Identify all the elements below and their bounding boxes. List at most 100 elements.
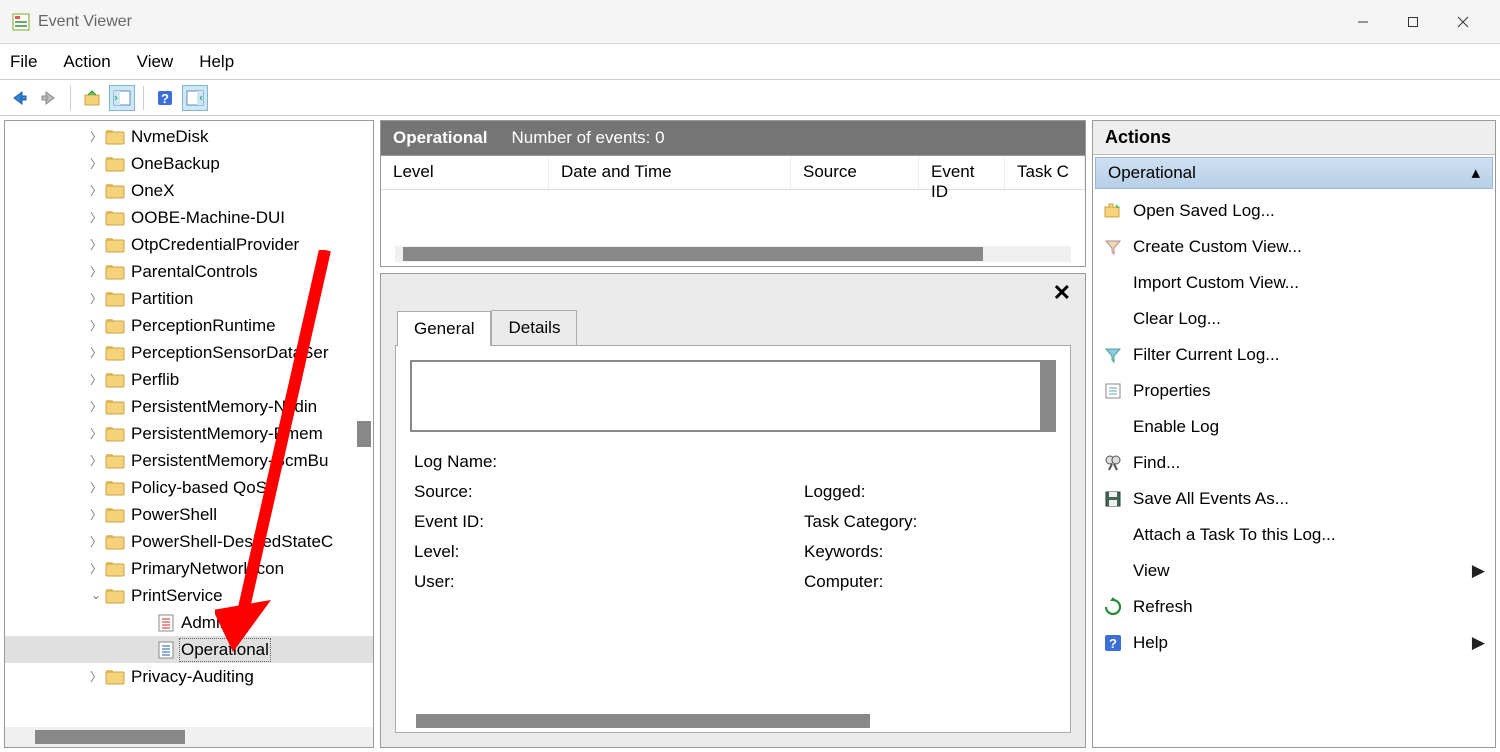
menu-action[interactable]: Action (63, 52, 110, 72)
tree-vscrollbar[interactable] (357, 421, 371, 447)
action-item[interactable]: Find... (1093, 445, 1495, 481)
log-tree[interactable]: 〉NvmeDisk〉OneBackup〉OneX〉OOBE-Machine-DU… (5, 121, 373, 727)
action-item[interactable]: Enable Log (1093, 409, 1495, 445)
tree-item[interactable]: 〉NvmeDisk (5, 123, 373, 150)
tree-item-label: Privacy-Auditing (131, 667, 254, 687)
tree-item[interactable]: 〉PersistentMemory-Pmem (5, 420, 373, 447)
expander-icon[interactable]: 〉 (87, 317, 105, 334)
expander-icon[interactable]: 〉 (87, 209, 105, 226)
field-user-label: User: (414, 572, 804, 592)
tree-item[interactable]: 〉Partition (5, 285, 373, 312)
action-item[interactable]: Import Custom View... (1093, 265, 1495, 301)
close-button[interactable] (1438, 4, 1488, 40)
actions-header: Actions (1093, 121, 1495, 155)
expander-icon[interactable]: 〉 (87, 290, 105, 307)
expander-icon[interactable]: ⌄ (87, 588, 105, 602)
menubar: File Action View Help (0, 44, 1500, 80)
action-label: Filter Current Log... (1133, 345, 1485, 365)
up-button[interactable] (79, 85, 105, 111)
tree-item-admin[interactable]: Admin (5, 609, 373, 636)
action-item[interactable]: View▶ (1093, 553, 1495, 589)
tree-item[interactable]: 〉 OtpCredentialProvider (5, 231, 373, 258)
expander-icon[interactable]: 〉 (87, 128, 105, 145)
message-vscrollbar[interactable] (1040, 362, 1054, 430)
expander-icon[interactable]: 〉 (87, 479, 105, 496)
details-field-grid: Log Name: Source: Logged: Event ID: Task… (410, 452, 1056, 592)
expander-icon[interactable]: 〉 (87, 371, 105, 388)
expander-icon[interactable]: 〉 (87, 155, 105, 172)
help-button[interactable]: ? (152, 85, 178, 111)
action-item[interactable]: Open Saved Log... (1093, 193, 1495, 229)
expander-icon[interactable]: 〉 (87, 344, 105, 361)
expander-icon[interactable]: 〉 (87, 560, 105, 577)
show-tree-button[interactable] (109, 85, 135, 111)
tree-item-label: PrintService (131, 586, 223, 606)
tree-item[interactable]: 〉OneX (5, 177, 373, 204)
action-label: Attach a Task To this Log... (1133, 525, 1485, 545)
tree-item-label: OtpCredentialProvider (131, 235, 299, 255)
action-item[interactable]: Clear Log... (1093, 301, 1495, 337)
action-item[interactable]: Attach a Task To this Log... (1093, 517, 1495, 553)
titlebar: Event Viewer (0, 0, 1500, 44)
action-item[interactable]: Save All Events As... (1093, 481, 1495, 517)
tree-item[interactable]: 〉PowerShell (5, 501, 373, 528)
expander-icon[interactable]: 〉 (87, 452, 105, 469)
minimize-button[interactable] (1338, 4, 1388, 40)
column-level[interactable]: Level (381, 156, 549, 189)
tree-item-label: Perflib (131, 370, 179, 390)
tree-item[interactable]: 〉PerceptionRuntime (5, 312, 373, 339)
tab-details[interactable]: Details (491, 310, 577, 345)
help-icon: ? (1103, 633, 1123, 653)
tab-general[interactable]: General (397, 311, 491, 346)
menu-view[interactable]: View (137, 52, 174, 72)
tree-item[interactable]: 〉PersistentMemory-Nvdin (5, 393, 373, 420)
tree-item[interactable]: 〉PowerShell-DesiredStateC (5, 528, 373, 555)
details-close-icon[interactable]: ✕ (1053, 280, 1071, 306)
tree-item[interactable]: 〉OOBE-Machine-DUI (5, 204, 373, 231)
column-source[interactable]: Source (791, 156, 919, 189)
maximize-button[interactable] (1388, 4, 1438, 40)
column-datetime[interactable]: Date and Time (549, 156, 791, 189)
event-list-header: Operational Number of events: 0 (381, 121, 1085, 155)
tree-item-label: Admin (181, 613, 229, 633)
action-item[interactable]: Filter Current Log... (1093, 337, 1495, 373)
event-message-box (410, 360, 1056, 432)
tree-item[interactable]: 〉PersistentMemory-ScmBu (5, 447, 373, 474)
expander-icon[interactable]: 〉 (87, 668, 105, 685)
tree-item[interactable]: 〉PrimaryNetworkIcon (5, 555, 373, 582)
expander-icon[interactable]: 〉 (87, 398, 105, 415)
menu-file[interactable]: File (10, 52, 37, 72)
menu-help[interactable]: Help (199, 52, 234, 72)
tree-item[interactable]: 〉 Perflib (5, 366, 373, 393)
tree-item[interactable]: 〉OneBackup (5, 150, 373, 177)
expander-icon[interactable]: 〉 (87, 506, 105, 523)
tree-item-operational[interactable]: Operational (5, 636, 373, 663)
forward-button[interactable] (36, 85, 62, 111)
actions-section-header[interactable]: Operational ▴ (1095, 157, 1493, 189)
expander-icon[interactable]: 〉 (87, 236, 105, 253)
action-item[interactable]: Refresh (1093, 589, 1495, 625)
show-actions-button[interactable] (182, 85, 208, 111)
tree-hscrollbar[interactable] (5, 727, 373, 747)
details-tabs: General Details (397, 310, 1085, 345)
tree-item[interactable]: 〉ParentalControls (5, 258, 373, 285)
expander-icon[interactable]: 〉 (87, 533, 105, 550)
event-count-label: Number of events: 0 (511, 128, 664, 148)
column-eventid[interactable]: Event ID (919, 156, 1005, 189)
tree-item[interactable]: 〉PerceptionSensorDataSer (5, 339, 373, 366)
action-item[interactable]: Properties (1093, 373, 1495, 409)
action-item[interactable]: ?Help▶ (1093, 625, 1495, 661)
tree-item[interactable]: 〉Policy-based QoS (5, 474, 373, 501)
event-table-hscrollbar[interactable] (395, 246, 1071, 262)
tree-item[interactable]: 〉 Privacy-Auditing (5, 663, 373, 690)
action-item[interactable]: Create Custom View... (1093, 229, 1495, 265)
blank-icon (1103, 525, 1123, 545)
column-taskcategory[interactable]: Task C (1005, 156, 1085, 189)
details-hscrollbar[interactable] (416, 714, 870, 728)
back-button[interactable] (6, 85, 32, 111)
action-label: Refresh (1133, 597, 1485, 617)
expander-icon[interactable]: 〉 (87, 425, 105, 442)
expander-icon[interactable]: 〉 (87, 263, 105, 280)
expander-icon[interactable]: 〉 (87, 182, 105, 199)
tree-item-printservice[interactable]: ⌄ PrintService (5, 582, 373, 609)
